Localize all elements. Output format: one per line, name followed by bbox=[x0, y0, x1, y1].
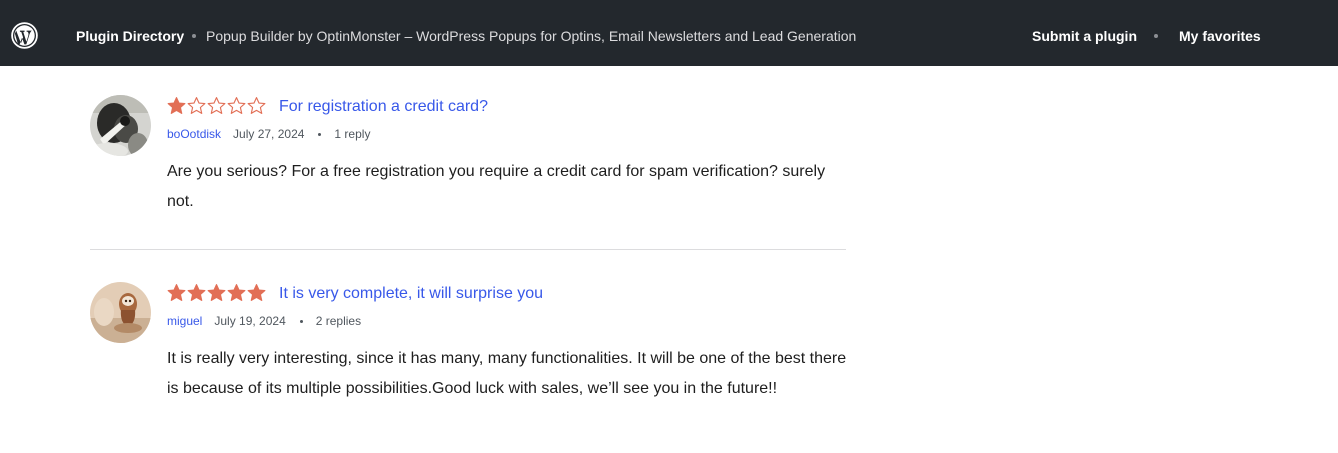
review-meta: miguel July 19, 2024 2 replies bbox=[167, 314, 361, 329]
submit-plugin-link[interactable]: Submit a plugin bbox=[1032, 27, 1137, 45]
top-navigation-bar: Plugin Directory Popup Builder by OptinM… bbox=[0, 0, 1338, 66]
star-filled-icon bbox=[227, 284, 246, 301]
review-divider bbox=[90, 249, 846, 250]
avatar[interactable] bbox=[90, 282, 151, 343]
star-rating bbox=[167, 283, 266, 302]
meta-separator bbox=[318, 133, 322, 136]
nav-separator bbox=[1154, 34, 1158, 38]
avatar[interactable] bbox=[90, 95, 151, 156]
my-favorites-link[interactable]: My favorites bbox=[1179, 27, 1261, 45]
star-filled-icon bbox=[167, 97, 186, 114]
review-date: July 27, 2024 bbox=[233, 127, 305, 141]
review-body: It is really very interesting, since it … bbox=[167, 350, 847, 397]
star-empty-icon bbox=[187, 97, 206, 114]
author-link[interactable]: boOotdisk bbox=[167, 127, 221, 142]
breadcrumb-separator bbox=[192, 34, 196, 38]
breadcrumb-current-plugin: Popup Builder by OptinMonster – WordPres… bbox=[206, 28, 857, 44]
review-title-link[interactable]: It is very complete, it will surprise yo… bbox=[279, 284, 543, 304]
star-filled-icon bbox=[207, 284, 226, 301]
star-filled-icon bbox=[167, 284, 186, 301]
author-link[interactable]: miguel bbox=[167, 314, 202, 329]
star-filled-icon bbox=[187, 284, 206, 301]
star-rating bbox=[167, 96, 266, 115]
star-empty-icon bbox=[227, 97, 246, 114]
star-empty-icon bbox=[247, 97, 266, 114]
review-title-link[interactable]: For registration a credit card? bbox=[279, 97, 488, 117]
review-body: Are you serious? For a free registration… bbox=[167, 163, 826, 210]
reply-count: 2 replies bbox=[315, 314, 362, 328]
reply-count: 1 reply bbox=[334, 127, 371, 141]
review-date: July 19, 2024 bbox=[214, 314, 286, 328]
star-filled-icon bbox=[247, 284, 266, 301]
meta-separator bbox=[299, 320, 303, 323]
plugin-directory-link[interactable]: Plugin Directory bbox=[76, 27, 184, 45]
review-meta: boOotdisk July 27, 2024 1 reply bbox=[167, 127, 370, 142]
star-empty-icon bbox=[207, 97, 226, 114]
wordpress-icon[interactable] bbox=[11, 22, 38, 49]
